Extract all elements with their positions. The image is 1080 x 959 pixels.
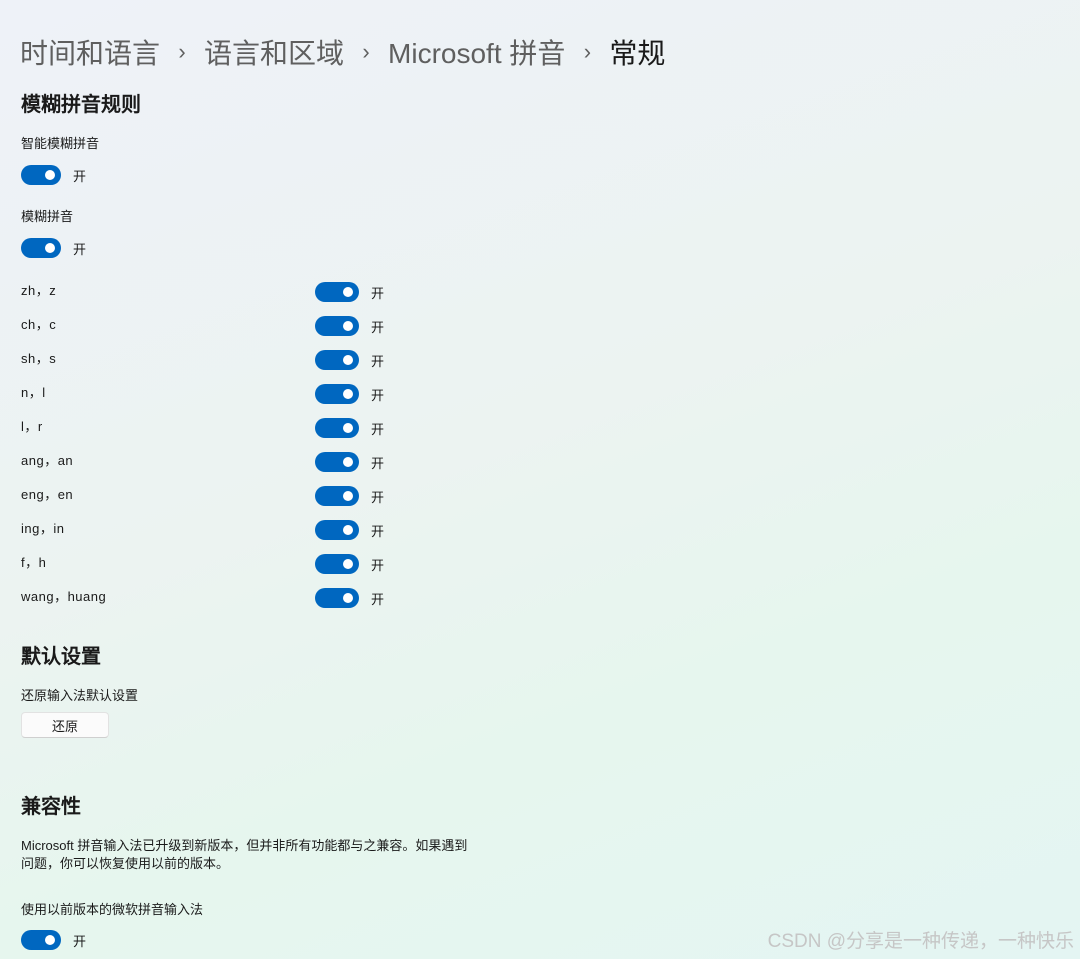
smart-fuzzy-label: 智能模糊拼音 (21, 136, 100, 151)
toggle-state-label: 开 (371, 387, 385, 403)
pair-toggle-wang-huang[interactable]: 开 (315, 588, 384, 608)
pair-toggle-ing-in[interactable]: 开 (315, 520, 384, 540)
pair-label-n-l: n，l (21, 385, 46, 400)
pair-toggle-sh-s[interactable]: 开 (315, 350, 384, 370)
toggle-switch[interactable] (21, 238, 61, 258)
pair-toggle-ch-c[interactable]: 开 (315, 316, 384, 336)
toggle-state-label: 开 (371, 489, 385, 505)
pair-toggle-ang-an[interactable]: 开 (315, 452, 384, 472)
breadcrumb-item-language-region[interactable]: 语言和区域 (204, 32, 344, 72)
watermark: CSDN @分享是一种传递，一种快乐 (767, 931, 1074, 952)
toggle-knob (343, 321, 353, 331)
restore-button[interactable]: 还原 (21, 712, 109, 738)
pair-label-f-h: f，h (21, 555, 47, 570)
toggle-state-label: 开 (73, 933, 87, 949)
chevron-right-icon: › (178, 39, 186, 64)
pair-label-l-r: l，r (21, 419, 43, 434)
toggle-state-label: 开 (371, 557, 385, 573)
toggle-switch[interactable] (315, 452, 359, 472)
pair-toggle-n-l[interactable]: 开 (315, 384, 384, 404)
previous-version-toggle[interactable]: 开 (21, 930, 86, 950)
restore-defaults-label: 还原输入法默认设置 (21, 688, 139, 703)
toggle-switch[interactable] (315, 316, 359, 336)
pair-label-zh-z: zh，z (21, 283, 57, 298)
toggle-switch[interactable] (21, 165, 61, 185)
page-title: 常规 (609, 38, 666, 69)
pair-label-eng-en: eng，en (21, 487, 74, 502)
pair-label-sh-s: sh，s (21, 351, 57, 366)
toggle-switch[interactable] (315, 350, 359, 370)
toggle-knob (343, 287, 353, 297)
toggle-switch[interactable] (21, 930, 61, 950)
toggle-state-label: 开 (73, 241, 87, 257)
breadcrumb-item-time-language[interactable]: 时间和语言 (20, 32, 160, 72)
toggle-knob (343, 593, 353, 603)
chevron-right-icon: › (362, 39, 370, 64)
toggle-knob (343, 389, 353, 399)
section-title-fuzzy-rules: 模糊拼音规则 (21, 94, 141, 116)
compatibility-description: Microsoft 拼音输入法已升级到新版本，但并非所有功能都与之兼容。如果遇到… (21, 838, 468, 871)
toggle-switch[interactable] (315, 282, 359, 302)
toggle-knob (343, 423, 353, 433)
section-title-compatibility: 兼容性 (21, 796, 81, 818)
toggle-state-label: 开 (371, 421, 385, 437)
breadcrumb: 时间和语言 › 语言和区域 › Microsoft 拼音 › 常规 (20, 30, 665, 74)
toggle-state-label: 开 (371, 455, 385, 471)
toggle-knob (343, 457, 353, 467)
toggle-switch[interactable] (315, 384, 359, 404)
pair-toggle-eng-en[interactable]: 开 (315, 486, 384, 506)
fuzzy-pinyin-toggle[interactable]: 开 (21, 238, 86, 258)
toggle-state-label: 开 (371, 591, 385, 607)
toggle-state-label: 开 (371, 353, 385, 369)
toggle-state-label: 开 (371, 285, 385, 301)
pair-label-wang-huang: wang，huang (21, 589, 107, 604)
toggle-state-label: 开 (371, 523, 385, 539)
previous-version-label: 使用以前版本的微软拼音输入法 (21, 902, 204, 917)
chevron-right-icon: › (583, 39, 592, 64)
pair-toggle-zh-z[interactable]: 开 (315, 282, 384, 302)
toggle-knob (343, 525, 353, 535)
toggle-state-label: 开 (73, 168, 87, 184)
section-title-default-settings: 默认设置 (21, 646, 101, 668)
breadcrumb-item-microsoft-pinyin[interactable]: Microsoft 拼音 (388, 32, 565, 72)
toggle-switch[interactable] (315, 418, 359, 438)
toggle-switch[interactable] (315, 486, 359, 506)
pair-toggle-l-r[interactable]: 开 (315, 418, 384, 438)
toggle-knob (45, 935, 55, 945)
toggle-knob (343, 559, 353, 569)
pair-label-ch-c: ch，c (21, 317, 57, 332)
fuzzy-pinyin-label: 模糊拼音 (21, 209, 74, 224)
toggle-switch[interactable] (315, 520, 359, 540)
toggle-switch[interactable] (315, 588, 359, 608)
toggle-knob (343, 355, 353, 365)
toggle-switch[interactable] (315, 554, 359, 574)
toggle-knob (45, 170, 55, 180)
pair-toggle-f-h[interactable]: 开 (315, 554, 384, 574)
pair-label-ing-in: ing，in (21, 521, 65, 536)
toggle-knob (343, 491, 353, 501)
toggle-state-label: 开 (371, 319, 385, 335)
pair-label-ang-an: ang，an (21, 453, 74, 468)
toggle-knob (45, 243, 55, 253)
smart-fuzzy-toggle[interactable]: 开 (21, 165, 86, 185)
